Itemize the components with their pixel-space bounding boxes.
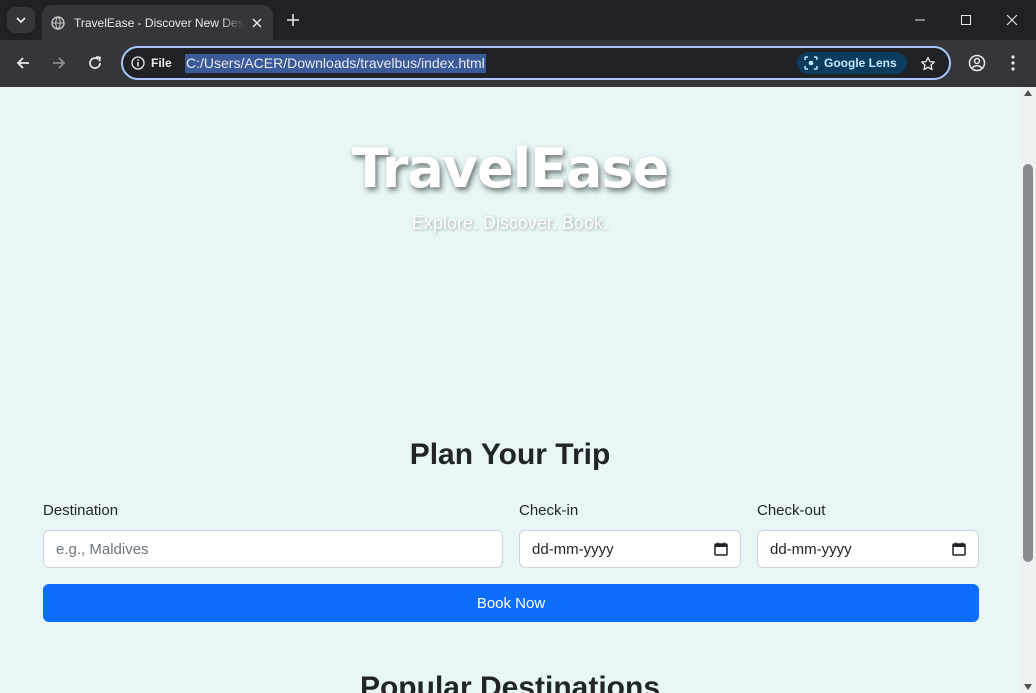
tab-title: TravelEase - Discover New Destinations bbox=[74, 15, 245, 30]
browser-toolbar: File C:/Users/ACER/Downloads/travelbus/i… bbox=[0, 40, 1036, 87]
reload-icon bbox=[89, 56, 101, 69]
plan-trip-title: Plan Your Trip bbox=[409, 438, 611, 471]
checkin-value: dd-mm-yyyy bbox=[532, 540, 614, 558]
kebab-menu-icon bbox=[1011, 55, 1015, 71]
info-icon bbox=[131, 56, 145, 70]
destination-input[interactable]: e.g., Maldives bbox=[43, 530, 503, 568]
lens-icon bbox=[804, 56, 818, 70]
maximize-button[interactable] bbox=[943, 0, 989, 40]
reload-button[interactable] bbox=[82, 50, 108, 76]
maximize-icon bbox=[961, 15, 971, 25]
plus-icon bbox=[287, 14, 299, 26]
scheme-label: File bbox=[151, 56, 172, 70]
address-bar[interactable]: File C:/Users/ACER/Downloads/travelbus/i… bbox=[121, 46, 951, 80]
tab-search-icon bbox=[16, 17, 26, 24]
destination-label: Destination bbox=[43, 502, 119, 519]
page-viewport: TravelEase Explore. Discover. Book. Plan… bbox=[0, 87, 1020, 693]
close-icon bbox=[1006, 14, 1018, 26]
destination-placeholder: e.g., Maldives bbox=[56, 540, 149, 558]
bookmark-star-button[interactable] bbox=[918, 54, 938, 74]
scroll-thumb[interactable] bbox=[1023, 164, 1033, 562]
menu-button[interactable] bbox=[1000, 50, 1026, 76]
site-info-button[interactable]: File bbox=[131, 53, 172, 73]
scroll-down-arrow[interactable] bbox=[1024, 684, 1032, 690]
forward-button[interactable] bbox=[46, 50, 72, 76]
checkout-value: dd-mm-yyyy bbox=[770, 540, 852, 558]
profile-icon bbox=[968, 54, 986, 72]
minimize-button[interactable] bbox=[897, 0, 943, 40]
forward-arrow-icon bbox=[53, 57, 66, 69]
hero-subtitle: Explore. Discover. Book. bbox=[411, 213, 609, 233]
google-lens-button[interactable]: Google Lens bbox=[797, 52, 907, 74]
globe-icon bbox=[50, 15, 66, 31]
scroll-up-arrow[interactable] bbox=[1024, 90, 1032, 96]
url-text[interactable]: C:/Users/ACER/Downloads/travelbus/index.… bbox=[185, 54, 486, 73]
book-now-button[interactable]: Book Now bbox=[43, 584, 979, 622]
window-close-button[interactable] bbox=[989, 0, 1035, 40]
tab-search-button[interactable] bbox=[7, 7, 35, 33]
minimize-icon bbox=[915, 19, 925, 21]
browser-tab[interactable]: TravelEase - Discover New Destinations bbox=[42, 5, 273, 40]
star-icon bbox=[921, 56, 935, 71]
hero-title: TravelEase bbox=[351, 137, 669, 200]
new-tab-button[interactable] bbox=[282, 9, 304, 31]
checkin-date-input[interactable]: dd-mm-yyyy bbox=[519, 530, 741, 568]
profile-button[interactable] bbox=[964, 50, 990, 76]
popular-destinations-title: Popular Destinations bbox=[359, 671, 661, 693]
checkout-label: Check-out bbox=[757, 502, 826, 519]
calendar-icon[interactable] bbox=[714, 542, 728, 556]
calendar-icon[interactable] bbox=[952, 542, 966, 556]
vertical-scrollbar[interactable] bbox=[1020, 87, 1036, 693]
close-icon[interactable] bbox=[249, 15, 265, 31]
checkin-label: Check-in bbox=[519, 502, 579, 519]
back-button[interactable] bbox=[10, 50, 36, 76]
lens-label: Google Lens bbox=[824, 56, 897, 70]
back-arrow-icon bbox=[16, 57, 29, 69]
checkout-date-input[interactable]: dd-mm-yyyy bbox=[757, 530, 979, 568]
title-bar: TravelEase - Discover New Destinations bbox=[0, 0, 1036, 40]
